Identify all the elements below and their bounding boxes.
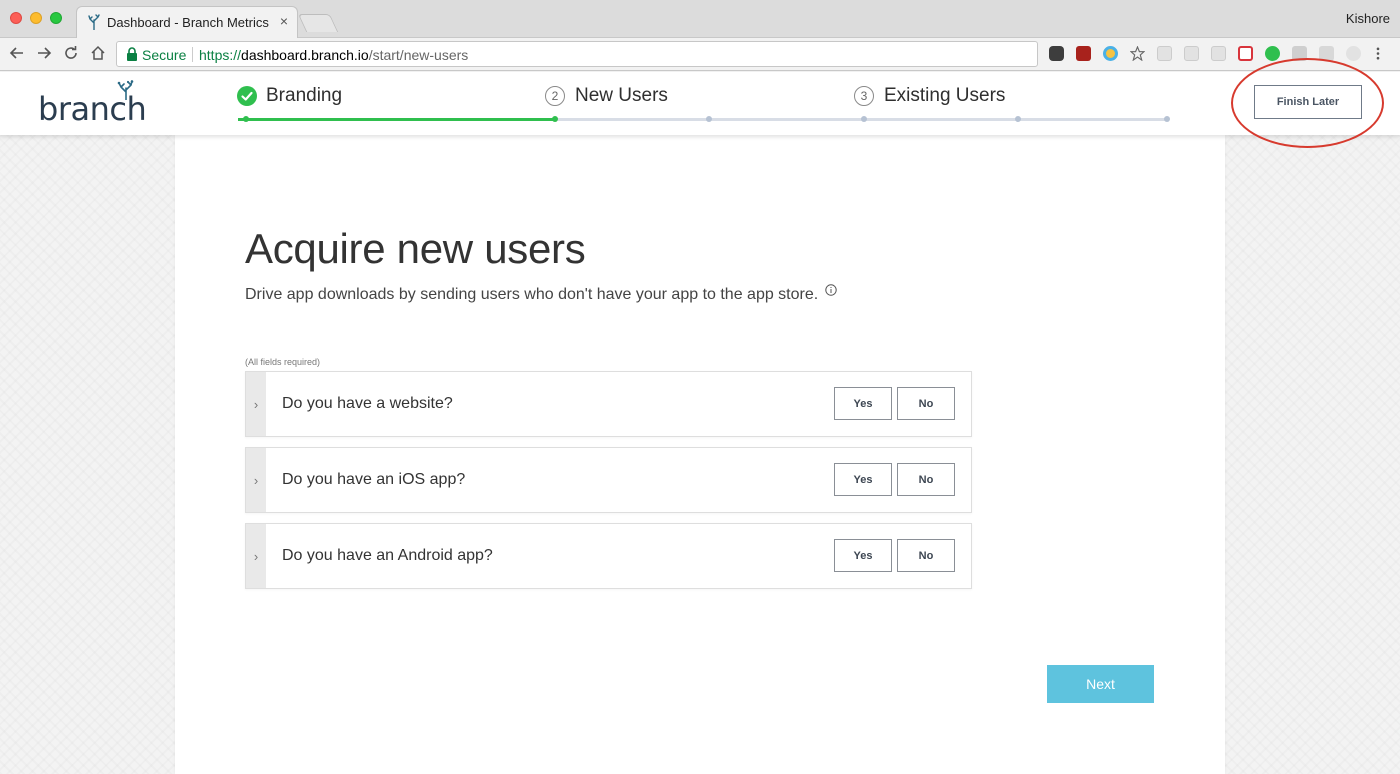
menu-icon[interactable] — [1376, 46, 1382, 61]
progress-dot — [243, 116, 249, 122]
question-website[interactable]: › Do you have a website? Yes No — [245, 371, 972, 437]
progress-dot — [1015, 116, 1021, 122]
browser-titlebar: Dashboard - Branch Metrics × Kishore — [0, 0, 1400, 38]
step-label: Existing Users — [884, 85, 1006, 106]
clock-icon[interactable] — [1103, 46, 1118, 61]
yes-button[interactable]: Yes — [834, 539, 892, 572]
step-label: Branding — [266, 85, 343, 106]
evernote-icon[interactable] — [1049, 46, 1064, 61]
ext-play-icon[interactable] — [1265, 46, 1280, 61]
chevron-right-icon[interactable]: › — [246, 448, 266, 512]
minimize-window-button[interactable] — [30, 12, 42, 24]
page-title: Acquire new users — [245, 225, 586, 272]
browser-tab[interactable]: Dashboard - Branch Metrics × — [76, 6, 298, 38]
onboarding-header: branch Branding 2 New Users 3 Existing U… — [0, 72, 1400, 135]
progress-track — [238, 116, 1170, 122]
star-icon[interactable] — [1129, 45, 1146, 62]
step-number: 3 — [854, 86, 874, 106]
question-text: Do you have a website? — [282, 395, 453, 412]
url-scheme: https:// — [199, 47, 242, 63]
question-android-app[interactable]: › Do you have an Android app? Yes No — [245, 523, 972, 589]
step-existing-users[interactable]: 3 Existing Users — [854, 85, 1005, 107]
ext-message-icon[interactable] — [1184, 46, 1199, 61]
progress-dot — [1164, 116, 1170, 122]
browser-toolbar: Secure https://dashboard.branch.io/start… — [0, 38, 1400, 71]
tab-title: Dashboard - Branch Metrics — [107, 15, 269, 30]
address-bar[interactable]: Secure https://dashboard.branch.io/start… — [116, 41, 1038, 67]
profile-name[interactable]: Kishore — [1346, 11, 1390, 26]
omnibox-divider — [192, 47, 193, 62]
question-text: Do you have an Android app? — [282, 547, 493, 564]
ext-chart-icon[interactable] — [1157, 46, 1172, 61]
home-icon[interactable] — [87, 42, 109, 64]
close-window-button[interactable] — [10, 12, 22, 24]
ext-plus-icon[interactable] — [1238, 46, 1253, 61]
branch-logo[interactable]: branch — [38, 80, 148, 128]
no-button[interactable]: No — [897, 539, 955, 572]
url-path: /start/new-users — [368, 47, 469, 63]
lock-icon — [127, 47, 137, 61]
chevron-right-icon[interactable]: › — [246, 372, 266, 436]
maximize-window-button[interactable] — [50, 12, 62, 24]
sprig-icon — [117, 80, 134, 100]
content-card: Acquire new users Drive app downloads by… — [175, 135, 1225, 774]
new-tab-button[interactable] — [297, 14, 339, 32]
ext-gray-icon[interactable] — [1346, 46, 1361, 61]
url-host: dashboard.branch.io — [241, 47, 369, 63]
question-ios-app[interactable]: › Do you have an iOS app? Yes No — [245, 447, 972, 513]
ublock-icon[interactable] — [1076, 46, 1091, 61]
finish-later-button[interactable]: Finish Later — [1254, 85, 1362, 119]
page-subtitle: Drive app downloads by sending users who… — [245, 286, 819, 303]
no-button[interactable]: No — [897, 463, 955, 496]
step-branding[interactable]: Branding — [237, 85, 342, 107]
ext-g-icon[interactable] — [1292, 46, 1307, 61]
ext-tag-icon[interactable] — [1319, 46, 1334, 61]
branch-favicon-icon — [88, 14, 100, 30]
yes-button[interactable]: Yes — [834, 463, 892, 496]
info-icon[interactable] — [825, 284, 837, 296]
chevron-right-icon[interactable]: › — [246, 524, 266, 588]
back-icon[interactable] — [6, 42, 28, 64]
next-button[interactable]: Next — [1047, 665, 1154, 703]
step-label: New Users — [575, 85, 668, 106]
progress-dot — [552, 116, 558, 122]
progress-fill — [238, 118, 555, 121]
progress-dot — [706, 116, 712, 122]
step-new-users[interactable]: 2 New Users — [545, 85, 668, 107]
forward-icon[interactable] — [33, 42, 55, 64]
no-button[interactable]: No — [897, 387, 955, 420]
tab-close-icon[interactable]: × — [280, 13, 288, 29]
url-text[interactable]: https://dashboard.branch.io/start/new-us… — [199, 47, 468, 63]
check-circle-icon — [237, 86, 257, 106]
fields-required-note: (All fields required) — [245, 357, 321, 367]
ext-pen-icon[interactable] — [1211, 46, 1226, 61]
question-text: Do you have an iOS app? — [282, 471, 466, 488]
reload-icon[interactable] — [60, 42, 82, 64]
progress-dot — [861, 116, 867, 122]
secure-label: Secure — [142, 47, 187, 63]
step-number: 2 — [545, 86, 565, 106]
yes-button[interactable]: Yes — [834, 387, 892, 420]
